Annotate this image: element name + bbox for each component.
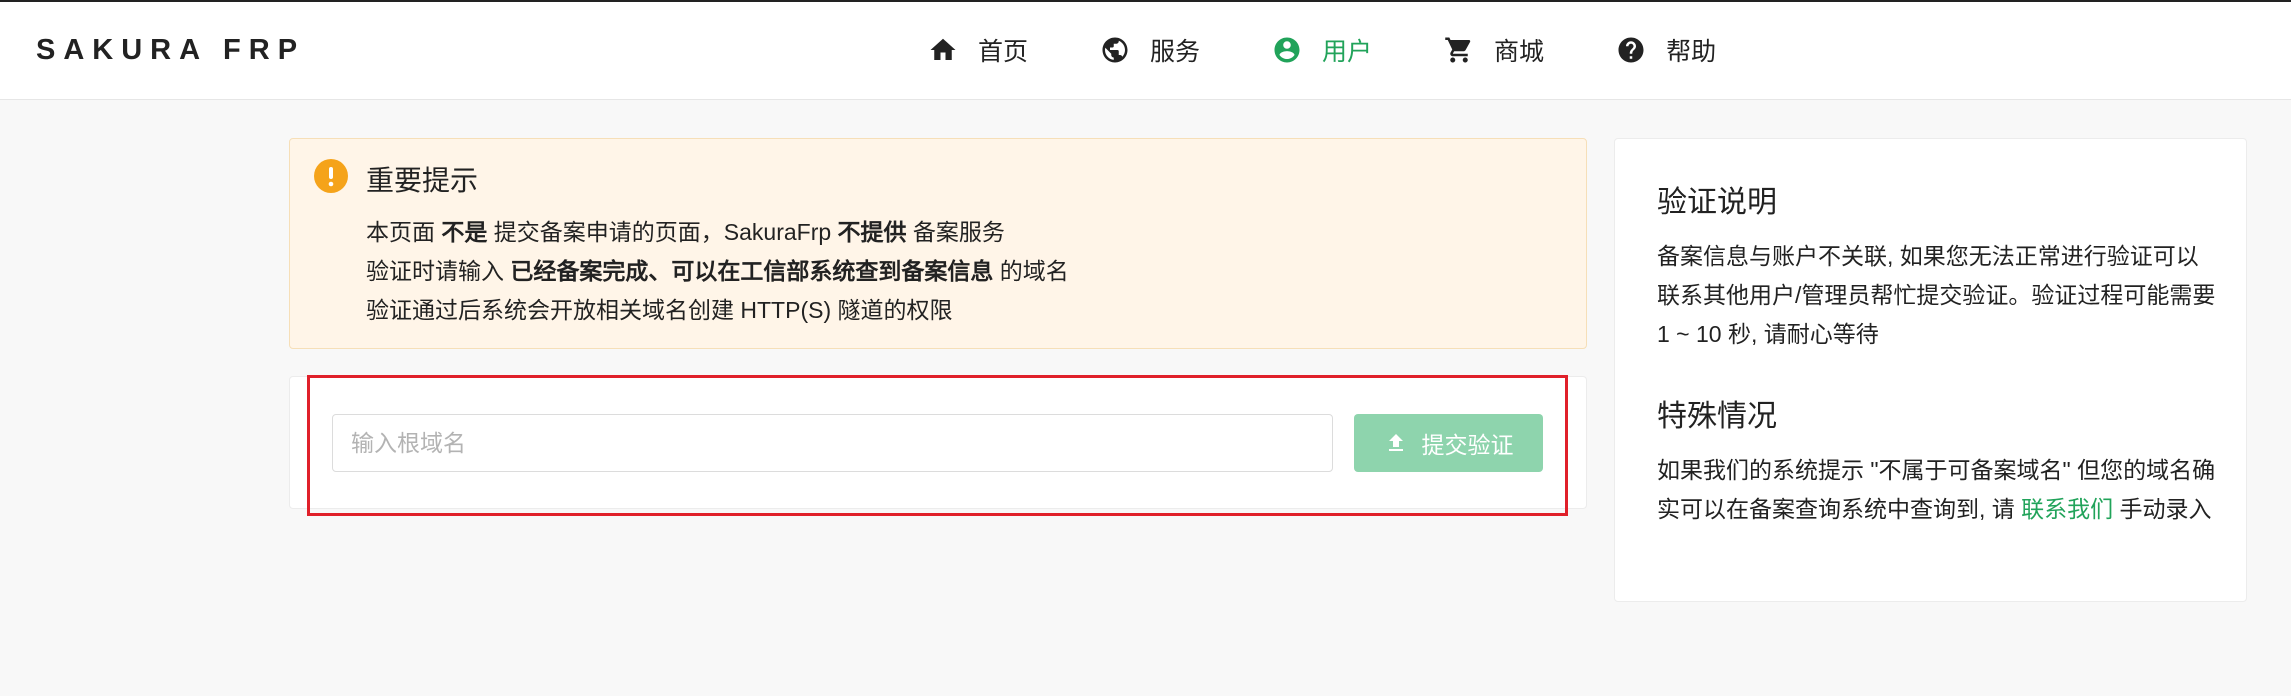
brand-logo[interactable]: SAKURA FRP (36, 34, 305, 67)
home-icon (930, 38, 956, 60)
verify-instructions-text: 备案信息与账户不关联, 如果您无法正常进行验证可以联系其他用户/管理员帮忙提交验… (1657, 243, 2216, 347)
special-cases-text: 如果我们的系统提示 "不属于可备案域名" 但您的域名确实可以在备案查询系统中查询… (1657, 457, 2216, 522)
important-notice: 重要提示 本页面 不是 提交备案申请的页面，SakuraFrp 不提供 备案服务… (289, 138, 1587, 349)
submit-verify-label: 提交验证 (1421, 432, 1514, 458)
user-circle-icon (1274, 37, 1300, 63)
nav-services-label: 服务 (1150, 38, 1201, 66)
verify-instructions-heading: 验证说明 (1657, 186, 1777, 219)
nav-help[interactable]: 帮助 (1616, 32, 1716, 68)
submit-verify-button[interactable]: 提交验证 (1354, 414, 1543, 472)
info-sidebar: 验证说明 备案信息与账户不关联, 如果您无法正常进行验证可以联系其他用户/管理员… (1614, 138, 2247, 602)
special-cases-heading: 特殊情况 (1657, 400, 1777, 433)
globe-icon (1102, 37, 1128, 63)
notice-title: 重要提示 (366, 165, 479, 196)
nav-help-label: 帮助 (1666, 38, 1717, 66)
root-domain-input[interactable] (332, 414, 1333, 472)
nav-home[interactable]: 首页 (928, 32, 1028, 68)
top-navbar: SAKURA FRP 首页 服务 用户 商城 帮助 (0, 0, 2291, 100)
notice-line-1: 本页面 不是 提交备案申请的页面，SakuraFrp 不提供 备案服务 (366, 219, 1005, 245)
cart-icon (1445, 37, 1471, 63)
nav-user-label: 用户 (1322, 38, 1373, 66)
notice-body: 本页面 不是 提交备案申请的页面，SakuraFrp 不提供 备案服务 验证时请… (366, 213, 1069, 330)
contact-us-link[interactable]: 联系我们 (2021, 496, 2113, 522)
nav-shop[interactable]: 商城 (1444, 32, 1544, 68)
nav-services[interactable]: 服务 (1100, 32, 1200, 68)
upload-icon (1388, 434, 1403, 451)
nav-home-label: 首页 (978, 38, 1029, 66)
warning-icon (314, 159, 348, 193)
nav-user[interactable]: 用户 (1272, 32, 1372, 68)
help-icon (1618, 37, 1644, 63)
notice-line-3: 验证通过后系统会开放相关域名创建 HTTP(S) 隧道的权限 (366, 297, 953, 323)
main-nav: 首页 服务 用户 商城 帮助 (928, 32, 1716, 68)
notice-line-2: 验证时请输入 已经备案完成、可以在工信部系统查到备案信息 的域名 (366, 258, 1069, 284)
nav-shop-label: 商城 (1494, 38, 1545, 66)
